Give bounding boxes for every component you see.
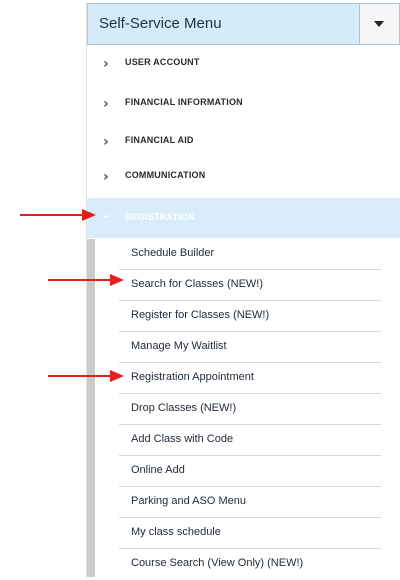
submenu-item-online-add[interactable]: Online Add [119,456,381,487]
chevron-right-icon: › [103,134,109,150]
section-label: REGISTRATION [125,212,195,222]
section-financial-aid[interactable]: › FINANCIAL AID [87,123,400,160]
menu-title: Self-Service Menu [99,15,222,32]
section-registration[interactable]: ⌄ REGISTRATION [87,198,400,238]
chevron-right-icon: › [103,56,109,72]
submenu-item-schedule-builder[interactable]: Schedule Builder [119,239,381,270]
submenu-item-register-for-classes[interactable]: Register for Classes (NEW!) [119,301,381,332]
section-label: USER ACCOUNT [125,57,200,67]
section-label: COMMUNICATION [125,170,206,180]
submenu-item-label: My class schedule [131,526,221,538]
section-label: FINANCIAL AID [125,135,194,145]
menu-dropdown-button[interactable] [359,4,399,44]
submenu-item-label: Manage My Waitlist [131,340,227,352]
chevron-right-icon: › [103,96,109,112]
submenu-item-label: Register for Classes (NEW!) [131,309,270,321]
submenu-indent-bar [87,239,95,577]
submenu-item-registration-appointment[interactable]: Registration Appointment [119,363,381,394]
registration-submenu: Schedule Builder Search for Classes (NEW… [87,239,400,577]
submenu-item-label: Schedule Builder [131,247,215,259]
annotation-arrow-registration-appointment [48,370,124,382]
submenu-item-label: Parking and ASO Menu [131,495,246,507]
chevron-right-icon: › [103,169,109,185]
section-communication[interactable]: › COMMUNICATION [87,158,400,195]
section-financial-information[interactable]: › FINANCIAL INFORMATION [87,85,400,122]
submenu-item-label: Search for Classes (NEW!) [131,278,264,290]
submenu-item-label: Online Add [131,464,185,476]
submenu-item-my-class-schedule[interactable]: My class schedule [119,518,381,549]
annotation-arrow-registration [20,209,96,221]
submenu-item-label: Drop Classes (NEW!) [131,402,237,414]
submenu-item-course-search-view-only[interactable]: Course Search (View Only) (NEW!) [119,549,381,580]
submenu-item-search-for-classes[interactable]: Search for Classes (NEW!) [119,270,381,301]
submenu-item-parking-aso-menu[interactable]: Parking and ASO Menu [119,487,381,518]
submenu-item-manage-waitlist[interactable]: Manage My Waitlist [119,332,381,363]
submenu-item-label: Course Search (View Only) (NEW!) [131,557,304,569]
submenu-item-drop-classes[interactable]: Drop Classes (NEW!) [119,394,381,425]
submenu-item-add-class-with-code[interactable]: Add Class with Code [119,425,381,456]
chevron-down-icon: ⌄ [101,207,112,221]
self-service-menu: Self-Service Menu › USER ACCOUNT › FINAN… [86,3,400,577]
section-user-account[interactable]: › USER ACCOUNT [87,45,400,82]
submenu-item-label: Add Class with Code [131,433,234,445]
submenu-item-label: Registration Appointment [131,371,254,383]
caret-down-icon [374,21,384,27]
annotation-arrow-search-for-classes [48,274,124,286]
section-label: FINANCIAL INFORMATION [125,97,243,107]
menu-header[interactable]: Self-Service Menu [87,3,400,45]
